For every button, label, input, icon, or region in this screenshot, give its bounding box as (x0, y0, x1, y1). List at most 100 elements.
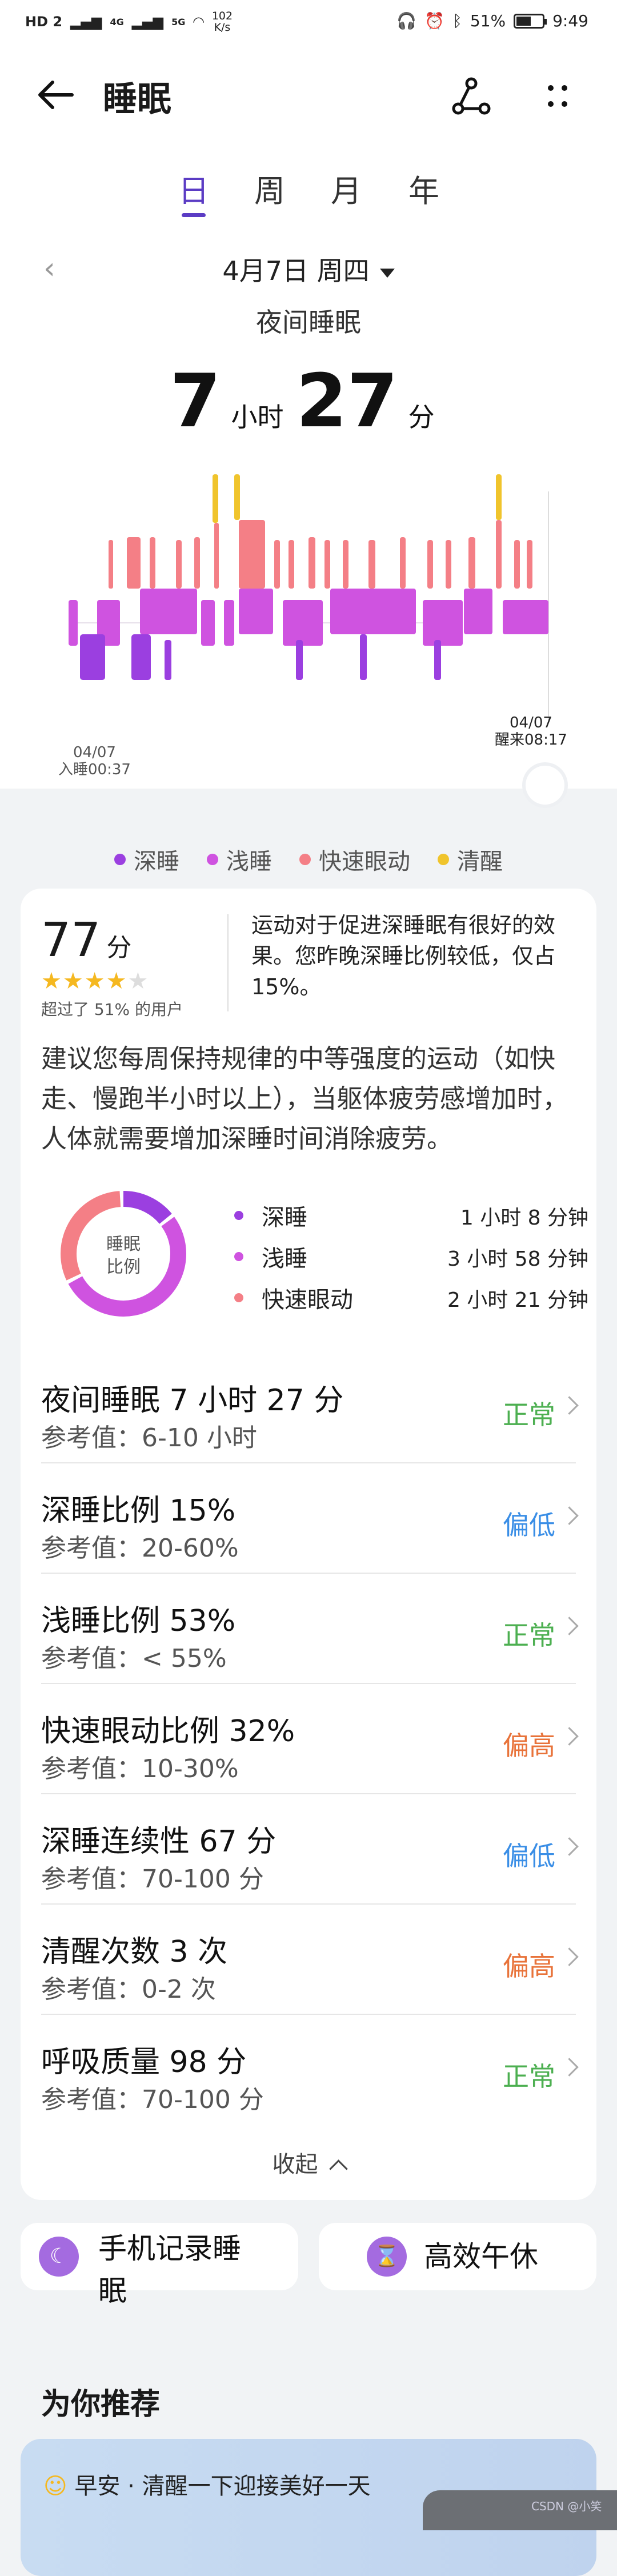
stage-name: 快速眼动 (262, 1287, 353, 1313)
tab-month[interactable]: 月 (315, 166, 378, 211)
active-tab-indicator (182, 213, 206, 217)
advice-summary: 运动对于促进深睡眠有很好的效果。您昨晚深睡比例较低，仅占15%。 (251, 913, 556, 999)
sleep-end-label: 04/07 醒来08:17 (495, 714, 567, 749)
date-label: 4月7日 周四 (222, 255, 370, 286)
metric-name: 夜间睡眠 7 小时 27 分 (41, 1383, 344, 1418)
metric-row[interactable]: 夜间睡眠 7 小时 27 分 参考值：6-10 小时 正常 (41, 1353, 579, 1463)
score-stars: ★★★★★ (41, 968, 149, 994)
metric-name: 深睡连续性 67 分 (41, 1825, 277, 1859)
legend-label: 浅睡 (226, 849, 272, 875)
metric-row[interactable]: 浅睡比例 53% 参考值：< 55% 正常 (41, 1574, 579, 1684)
metric-reference: 参考值：0-2 次 (41, 1975, 216, 2004)
score-percentile: 超过了 51% 的用户 (41, 1000, 183, 1019)
signal-label-2: 5G (171, 16, 186, 27)
chart-scrubber-handle[interactable] (526, 766, 564, 805)
watermark: CSDN @小笑 (531, 2499, 602, 2513)
star-filled-icon: ★★★★ (41, 968, 128, 994)
stage-dot (234, 1252, 243, 1261)
legend-rem: 快速眼动 (299, 843, 410, 876)
star-empty-icon: ★ (127, 968, 150, 994)
share-icon[interactable] (446, 71, 497, 122)
stage-light-duration: 3 小时 58 分钟 (447, 1247, 588, 1271)
chevron-right-icon (560, 1617, 579, 1635)
hourglass-icon: ⌛ (367, 2237, 407, 2277)
stage-deep: 深睡 (234, 1199, 307, 1232)
clock: 9:49 (552, 11, 588, 30)
recommend-card-text: ☺ 早安 · 清醒一下迎接美好一天 (43, 2467, 371, 2501)
duration-minutes: 27 (296, 359, 398, 444)
metric-name: 浅睡比例 53% (41, 1604, 236, 1638)
legend-dot (438, 854, 449, 865)
tab-year[interactable]: 年 (392, 166, 455, 211)
date-selector[interactable]: 4月7日 周四 (0, 250, 617, 288)
collapse-button[interactable]: 收起 (0, 2146, 617, 2179)
headphone-icon: 🎧 (396, 11, 417, 30)
metric-status: 偏低 (503, 1510, 555, 1541)
legend-label: 清醒 (457, 849, 503, 875)
stage-light: 浅睡 (234, 1240, 307, 1273)
metric-status: 正常 (503, 1399, 555, 1430)
phone-sleep-record-label-2: 眠 (98, 2274, 127, 2307)
chevron-right-icon (560, 1396, 579, 1415)
metric-reference: 参考值：< 55% (41, 1644, 227, 1673)
more-options-icon[interactable] (531, 71, 583, 122)
total-sleep-duration: 7 小时 27 分 (0, 359, 617, 444)
recommend-card-label: 早安 · 清醒一下迎接美好一天 (74, 2473, 371, 2499)
metric-reference: 参考值：10-30% (41, 1754, 239, 1783)
divider (227, 914, 229, 1011)
sleep-end-time: 醒来08:17 (495, 731, 567, 749)
chevron-up-icon (328, 2159, 348, 2178)
page-title: 睡眠 (103, 79, 171, 119)
moon-icon: ☾ (39, 2237, 79, 2277)
legend-dot (114, 854, 126, 865)
net-speed-unit: K/s (214, 21, 231, 34)
status-bar: HD 2 ▂▄▆ 4G ▂▄▆ 5G ◠ 102 K/s 🎧 ⏰ ᛒ 51% 9… (0, 0, 617, 48)
net-speed-value: 102 (211, 10, 233, 22)
chevron-right-icon (560, 1947, 579, 1966)
legend-label: 快速眼动 (319, 849, 410, 875)
duration-minutes-unit: 分 (408, 402, 435, 433)
sleep-stage-chart[interactable] (57, 469, 560, 726)
phone-sleep-record-button[interactable]: ☾ 手机记录睡 眠 (21, 2223, 298, 2307)
stage-rem-duration: 2 小时 21 分钟 (447, 1289, 588, 1312)
metric-row[interactable]: 深睡连续性 67 分 参考值：70-100 分 偏低 (41, 1794, 579, 1905)
chevron-right-icon (560, 2058, 579, 2077)
metric-reference: 参考值：20-60% (41, 1534, 239, 1563)
status-left: HD 2 ▂▄▆ 4G ▂▄▆ 5G ◠ 102 K/s (25, 10, 233, 33)
metric-status: 偏高 (503, 1730, 555, 1761)
wifi-icon: ◠ (193, 14, 204, 30)
chart-legend: 深睡 浅睡 快速眼动 清醒 (0, 843, 617, 876)
period-tabs: 日 周 月 年 (0, 166, 617, 217)
stage-deep-duration: 1 小时 8 分钟 (460, 1206, 588, 1230)
duration-hours-unit: 小时 (231, 402, 284, 433)
metric-status: 偏低 (503, 1841, 555, 1871)
battery-percent: 51% (470, 11, 506, 30)
signal-label: 4G (110, 16, 124, 27)
metric-row[interactable]: 清醒次数 3 次 参考值：0-2 次 偏高 (41, 1905, 579, 2015)
metric-status: 正常 (503, 2061, 555, 2092)
status-right: 🎧 ⏰ ᛒ 51% 9:49 (396, 11, 588, 30)
stage-name: 浅睡 (262, 1246, 307, 1272)
sleep-score: 77 分 (41, 913, 131, 967)
chevron-right-icon (560, 1506, 579, 1525)
network-badge: HD 2 (25, 14, 63, 30)
metric-row[interactable]: 快速眼动比例 32% 参考值：10-30% 偏高 (41, 1684, 579, 1794)
stage-dot (234, 1211, 243, 1220)
stage-rem: 快速眼动 (234, 1281, 353, 1314)
stage-dot (234, 1293, 243, 1302)
chevron-right-icon (560, 1727, 579, 1746)
sleep-start-label: 04/07 入睡00:37 (58, 744, 131, 778)
donut-label-line2: 比例 (106, 1257, 141, 1277)
dropdown-caret-icon (379, 268, 395, 278)
metric-row[interactable]: 深睡比例 15% 参考值：20-60% 偏低 (41, 1463, 579, 1574)
donut-center-label: 睡眠 比例 (57, 1233, 190, 1279)
back-arrow-icon[interactable] (34, 72, 80, 118)
nap-button[interactable]: ⌛ 高效午休 (319, 2223, 596, 2290)
legend-dot (207, 854, 218, 865)
battery-icon (514, 13, 547, 29)
bluetooth-icon: ᛒ (452, 11, 462, 30)
metric-row[interactable]: 呼吸质量 98 分 参考值：70-100 分 正常 (41, 2015, 579, 2125)
tab-day[interactable]: 日 (162, 166, 225, 211)
tab-week[interactable]: 周 (238, 166, 301, 211)
metric-name: 快速眼动比例 32% (41, 1714, 295, 1749)
